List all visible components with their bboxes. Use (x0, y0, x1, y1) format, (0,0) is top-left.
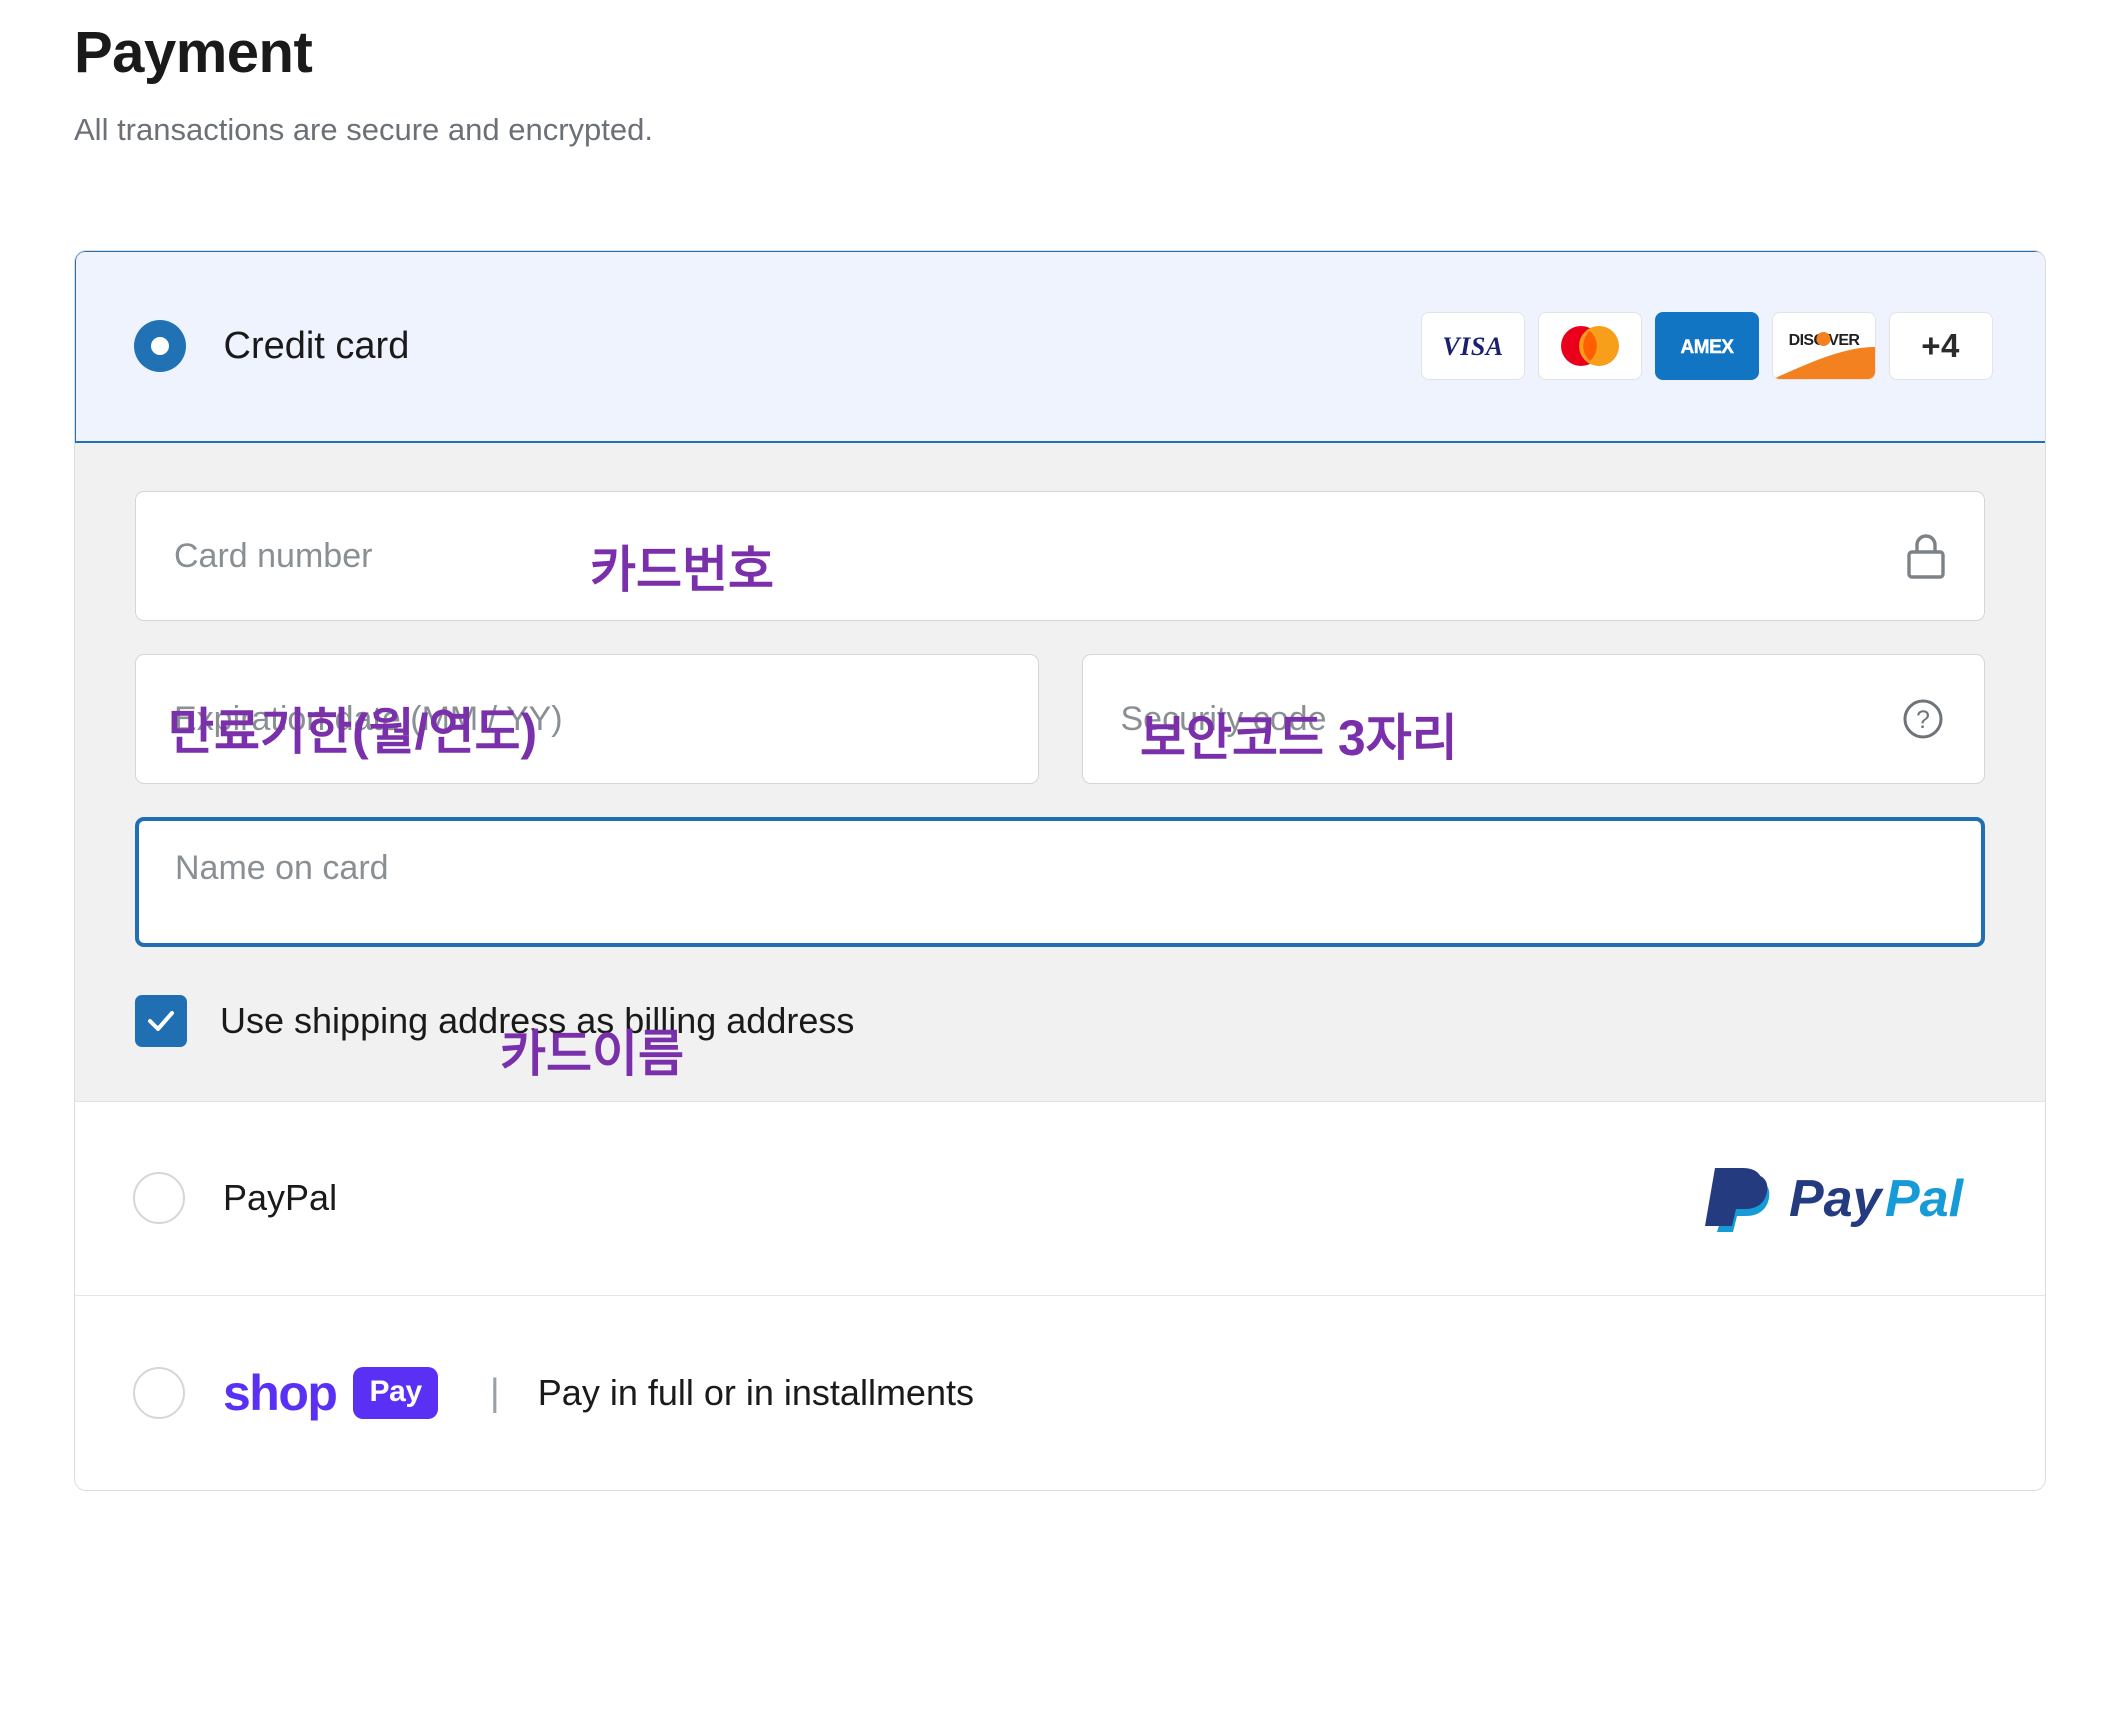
payment-option-paypal[interactable]: PayPal Pay Pal (75, 1101, 2045, 1296)
name-on-card-row: Name on card (135, 816, 1985, 947)
expiration-date-field[interactable]: Expiration date (MM / YY) (135, 653, 1039, 784)
payment-option-shop-pay[interactable]: shop Pay | Pay in full or in installment… (75, 1295, 2045, 1490)
credit-card-label: Credit card (223, 325, 410, 367)
name-on-card-placeholder: Name on card (175, 848, 389, 887)
visa-logo: VISA (1420, 312, 1525, 380)
card-number-placeholder: Card number (174, 536, 373, 575)
paypal-label: PayPal (223, 1177, 338, 1218)
shop-pay-tagline: Pay in full or in installments (537, 1371, 974, 1413)
shop-pay-option-left: shop Pay | Pay in full or in installment… (133, 1364, 974, 1421)
more-brands-badge[interactable]: +4 (1888, 312, 1993, 380)
mastercard-logo (1537, 312, 1642, 380)
payment-heading: Payment All transactions are secure and … (74, 20, 653, 148)
expiration-date-placeholder: Expiration date (MM / YY) (174, 699, 563, 738)
security-code-field[interactable]: Security code ? (1081, 653, 1985, 784)
expiry-security-row: Expiration date (MM / YY) Security code … (135, 653, 1985, 784)
svg-text:?: ? (1916, 706, 1930, 734)
card-number-field[interactable]: Card number (135, 490, 1985, 621)
payment-methods-card: Credit card VISA AMEX DISC VER +4 Card n… (74, 250, 2046, 1491)
shop-pay-divider: | (489, 1371, 500, 1414)
amex-logo: AMEX (1654, 312, 1759, 380)
radio-paypal[interactable] (133, 1172, 185, 1224)
help-question-icon[interactable]: ? (1898, 694, 1948, 744)
payment-option-credit-card[interactable]: Credit card VISA AMEX DISC VER +4 (75, 250, 2045, 443)
radio-shop-pay[interactable] (133, 1366, 185, 1419)
credit-card-form: Card number Expiration date (MM / YY) Se… (75, 442, 2045, 1102)
more-brands-label: +4 (1921, 327, 1960, 364)
security-code-placeholder: Security code (1120, 699, 1327, 738)
name-on-card-field[interactable]: Name on card (135, 816, 1985, 947)
svg-text:AMEX: AMEX (1680, 337, 1734, 358)
billing-address-checkbox-label: Use shipping address as billing address (220, 999, 855, 1041)
billing-address-checkbox-row[interactable]: Use shipping address as billing address (135, 994, 1985, 1047)
paypal-logo: Pay Pal (1693, 1158, 1993, 1239)
shop-pay-chip: Pay (353, 1366, 438, 1419)
credit-card-option-left: Credit card (133, 320, 410, 372)
svg-text:Pal: Pal (1885, 1170, 1965, 1228)
billing-address-checkbox[interactable] (135, 994, 187, 1047)
svg-text:VISA: VISA (1442, 332, 1503, 361)
page-title: Payment (74, 20, 313, 85)
shop-pay-logo: shop Pay (223, 1364, 438, 1421)
page-subtitle: All transactions are secure and encrypte… (74, 111, 653, 147)
radio-credit-card[interactable] (133, 320, 186, 372)
svg-text:Pay: Pay (1789, 1170, 1885, 1228)
lock-icon (1904, 531, 1948, 581)
payment-page: Payment All transactions are secure and … (0, 0, 2110, 1713)
shop-pay-wordmark: shop (223, 1364, 338, 1421)
discover-logo: DISC VER (1771, 312, 1876, 380)
card-brand-list: VISA AMEX DISC VER +4 (1420, 312, 1993, 380)
paypal-option-left: PayPal (133, 1172, 337, 1224)
